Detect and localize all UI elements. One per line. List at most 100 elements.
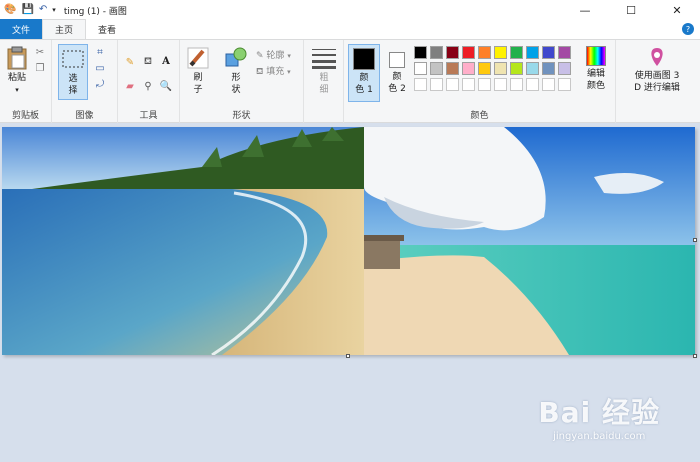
shapes-group-label: 形状 <box>232 111 251 121</box>
palette-swatch[interactable] <box>414 78 427 91</box>
tab-view[interactable]: 查看 <box>86 20 128 39</box>
select-button[interactable]: 选 择 <box>58 44 88 100</box>
tools-group-label: 工具 <box>139 111 158 121</box>
paste-button[interactable]: 粘贴 ▾ <box>4 46 30 96</box>
outline-dropdown[interactable]: ✎ 轮廓 ▾ <box>256 48 291 61</box>
crop-icon[interactable]: ⌗ <box>94 46 106 58</box>
resize-handle-bottom[interactable] <box>346 354 350 358</box>
close-button[interactable]: ✕ <box>654 0 700 20</box>
colors-group-label: 颜色 <box>470 111 489 121</box>
copy-icon[interactable]: ❐ <box>34 62 46 74</box>
undo-icon[interactable]: ↶ <box>39 5 47 15</box>
resize-handle-corner[interactable] <box>693 354 697 358</box>
shapes-group: 刷 子 形 状 ✎ 轮廓 ▾ ⛾ 填充 ▾ 形状 <box>180 40 304 123</box>
palette-swatch[interactable] <box>542 46 555 59</box>
paint3d-label-bottom: D 进行编辑 <box>634 83 680 93</box>
palette-swatch[interactable] <box>478 46 491 59</box>
paint-app-icon: 🎨 <box>4 4 17 15</box>
brushes-label-top: 刷 <box>193 73 203 83</box>
minimize-button[interactable]: — <box>562 0 608 20</box>
palette-swatch[interactable] <box>510 62 523 75</box>
resize-handle-right[interactable] <box>693 238 697 242</box>
tools-group: ✎ ⛾ A ▰ ⚲ 🔍 工具 <box>118 40 180 123</box>
ribbon: 粘贴 ▾ ✂ ❐ 剪贴板 选 择 ⌗ ▭ ⤾ 图像 ✎ ⛾ A ▰ ⚲ 🔍 工具 <box>0 40 700 123</box>
window-title: timg (1) - 画图 <box>63 6 127 17</box>
outline-label: 轮廓 <box>266 51 285 61</box>
palette-swatch[interactable] <box>446 78 459 91</box>
colors-group: 编辑 颜色 颜色 <box>344 40 616 123</box>
rainbow-icon <box>586 46 606 66</box>
paint3d-label-top: 使用画图 3 <box>634 71 680 81</box>
help-icon[interactable]: ? <box>682 23 694 35</box>
maximize-button[interactable]: ☐ <box>608 0 654 20</box>
drawing-canvas[interactable] <box>2 127 695 355</box>
paint3d-button[interactable]: 使用画图 3 D 进行编辑 <box>616 46 698 94</box>
shapes-icon <box>224 46 248 70</box>
size-button[interactable]: 粗 细 <box>310 46 338 96</box>
image-group: 选 择 ⌗ ▭ ⤾ 图像 <box>52 40 118 123</box>
palette-swatch[interactable] <box>510 78 523 91</box>
palette-swatch[interactable] <box>558 62 571 75</box>
palette-swatch[interactable] <box>542 62 555 75</box>
shapes-label-bottom: 状 <box>231 85 241 95</box>
outline-icon: ✎ <box>256 51 264 61</box>
palette-swatch[interactable] <box>542 78 555 91</box>
rotate-icon[interactable]: ⤾ <box>94 78 106 90</box>
palette-swatch[interactable] <box>430 62 443 75</box>
palette-swatch[interactable] <box>462 46 475 59</box>
palette-swatch[interactable] <box>430 46 443 59</box>
ribbon-tabs: 文件 主页 查看 ? <box>0 19 700 40</box>
eraser-icon[interactable]: ▰ <box>124 80 136 92</box>
save-icon[interactable]: 💾 <box>21 5 33 15</box>
beach-image-left <box>2 127 364 355</box>
watermark-sub: jingyan.baidu.com <box>553 431 646 442</box>
palette-swatch[interactable] <box>558 46 571 59</box>
size-group: 粗 细 <box>304 40 344 123</box>
palette-swatch[interactable] <box>478 62 491 75</box>
palette-swatch[interactable] <box>510 46 523 59</box>
palette-swatch[interactable] <box>462 62 475 75</box>
text-icon[interactable]: A <box>160 55 172 67</box>
palette-swatch[interactable] <box>478 78 491 91</box>
magnifier-icon[interactable]: 🔍 <box>160 80 172 92</box>
cut-icon[interactable]: ✂ <box>34 46 46 58</box>
palette-swatch[interactable] <box>414 62 427 75</box>
brush-icon <box>186 46 210 70</box>
baidu-watermark: Bai 经验 jingyan.baidu.com <box>538 391 660 442</box>
palette-swatch[interactable] <box>494 46 507 59</box>
tab-file[interactable]: 文件 <box>0 19 43 39</box>
color-picker-icon[interactable]: ⚲ <box>142 80 154 92</box>
shapes-button[interactable]: 形 状 <box>222 46 250 96</box>
palette-swatch[interactable] <box>494 78 507 91</box>
tab-home[interactable]: 主页 <box>42 19 87 39</box>
brushes-button[interactable]: 刷 子 <box>184 46 212 96</box>
palette-swatch[interactable] <box>446 46 459 59</box>
edit-colors-label-top: 编辑 <box>586 69 605 79</box>
select-label-top: 选 <box>68 74 78 84</box>
fill-dropdown[interactable]: ⛾ 填充 ▾ <box>256 64 291 78</box>
select-rectangle-icon <box>61 47 85 71</box>
palette-swatch[interactable] <box>430 78 443 91</box>
paste-label: 粘贴 <box>7 73 26 83</box>
palette-swatch[interactable] <box>558 78 571 91</box>
paste-dropdown-icon[interactable]: ▾ <box>15 84 19 96</box>
palette-swatch[interactable] <box>494 62 507 75</box>
resize-icon[interactable]: ▭ <box>94 62 106 74</box>
size-label-top: 粗 <box>319 73 329 83</box>
fill-label: 填充 <box>266 67 285 77</box>
shapes-label-top: 形 <box>231 73 241 83</box>
palette-swatch[interactable] <box>526 62 539 75</box>
palette-swatch[interactable] <box>462 78 475 91</box>
palette-swatch[interactable] <box>526 46 539 59</box>
palette-swatch[interactable] <box>446 62 459 75</box>
palette-swatch[interactable] <box>414 46 427 59</box>
palette-swatch[interactable] <box>526 78 539 91</box>
image-group-label: 图像 <box>75 111 94 121</box>
brushes-label-bottom: 子 <box>193 85 203 95</box>
title-bar: 🎨 💾 ↶ ▾ timg (1) - 画图 — ☐ ✕ <box>0 0 700 20</box>
fill-bucket-icon[interactable]: ⛾ <box>142 56 154 68</box>
pencil-icon[interactable]: ✎ <box>124 56 136 68</box>
customize-dropdown-icon[interactable]: ▾ <box>52 6 56 14</box>
watermark-main: Bai 经验 <box>538 396 660 429</box>
edit-colors-button[interactable]: 编辑 颜色 <box>580 46 612 92</box>
